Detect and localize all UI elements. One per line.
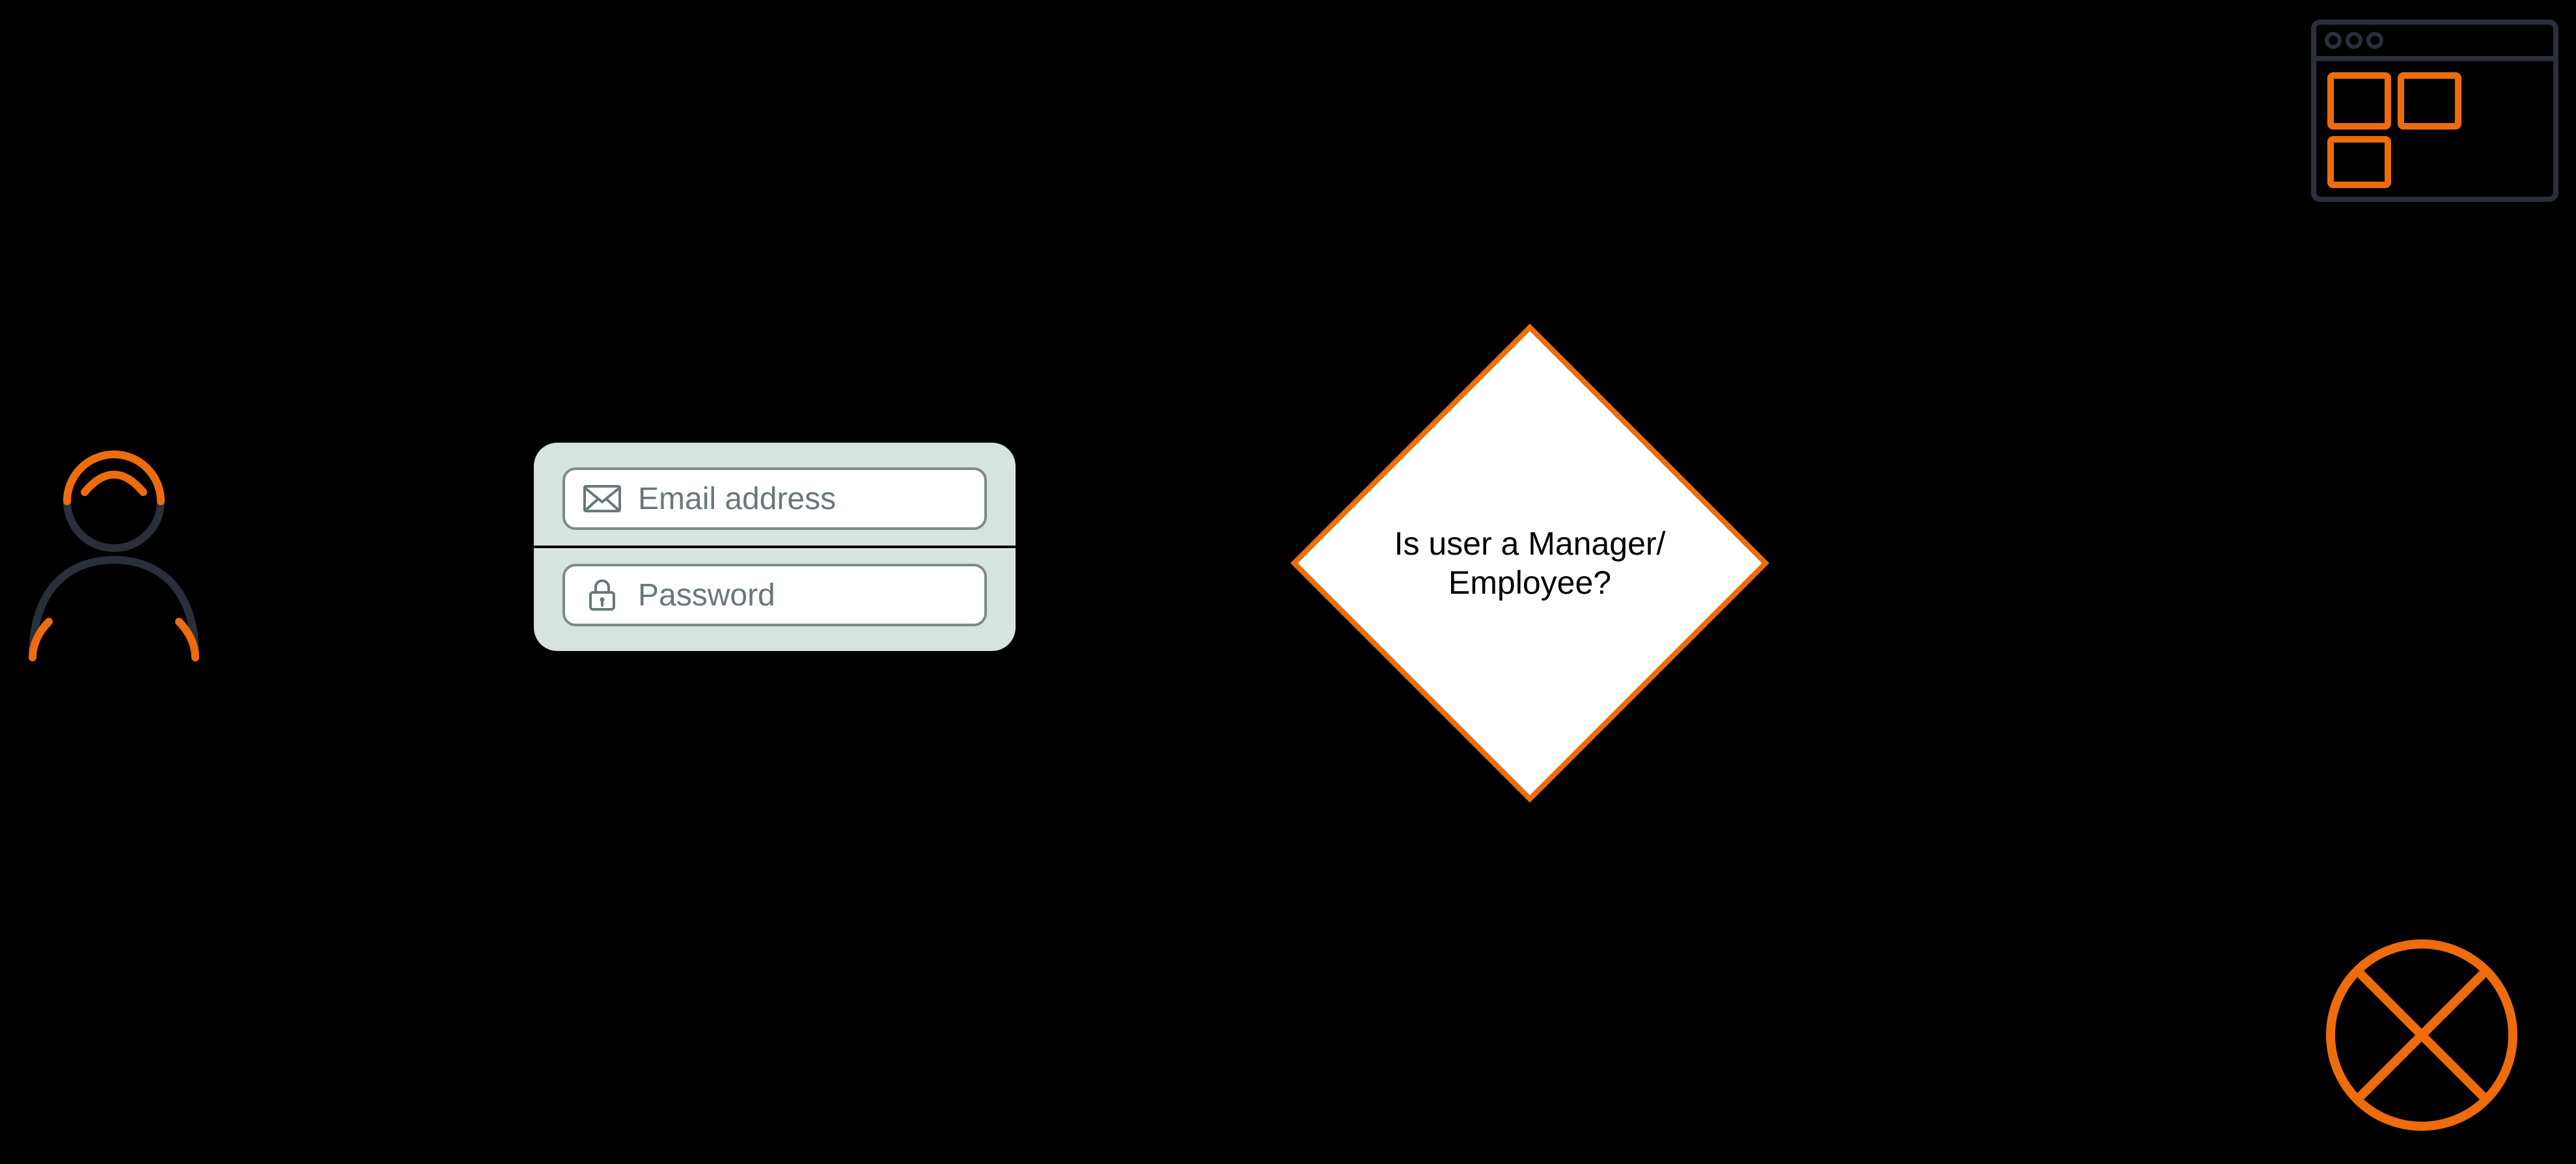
password-field: Password xyxy=(562,564,987,626)
flow-diagram: Email address Password Is user a Manager… xyxy=(0,0,2576,1164)
email-field-label: Email address xyxy=(638,481,836,517)
circle-cross-icon xyxy=(2324,937,2519,1133)
envelope-icon xyxy=(583,485,621,512)
password-field-label: Password xyxy=(638,577,775,613)
lock-icon xyxy=(583,578,621,612)
decision-diamond: Is user a Manager/ Employee? xyxy=(1361,394,1699,732)
user-icon xyxy=(20,449,208,664)
login-form-node: Email address Password xyxy=(534,443,1016,651)
email-field: Email address xyxy=(562,467,987,530)
decision-text: Is user a Manager/ Employee? xyxy=(1361,394,1699,732)
app-window-icon xyxy=(2311,20,2558,202)
